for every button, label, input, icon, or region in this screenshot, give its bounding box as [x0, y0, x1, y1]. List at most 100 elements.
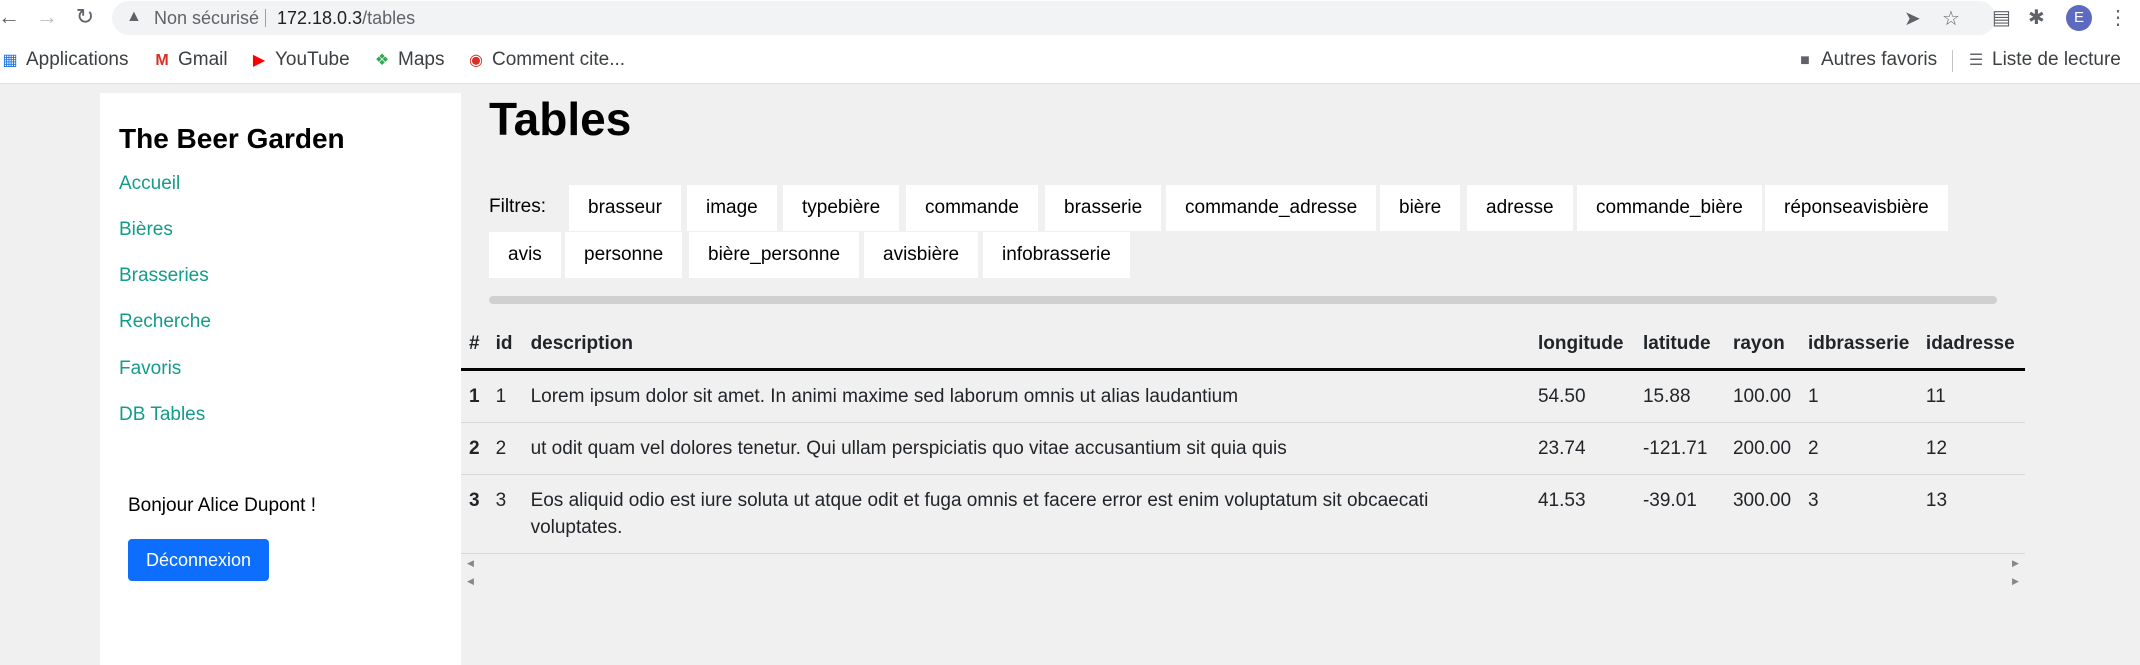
column-header-longitude: longitude	[1529, 321, 1635, 371]
bookmark-applications[interactable]: ▦ Applications	[0, 49, 128, 71]
filter-chip-personne[interactable]: personne	[565, 232, 683, 278]
url-host: 172.18.0.3	[277, 8, 363, 28]
column-header-rayon: rayon	[1724, 321, 1800, 371]
table-cell-rownum: 2	[461, 422, 488, 475]
reload-icon[interactable]: ↻	[72, 4, 98, 30]
menu-dots-icon[interactable]: ⋮	[2108, 5, 2128, 30]
folder-icon: ■	[1800, 52, 1810, 69]
bookmark-youtube[interactable]: ▶ YouTube	[249, 49, 350, 71]
warning-icon: ▲	[126, 8, 142, 25]
filter-chip-avisbiere[interactable]: avisbière	[864, 232, 979, 278]
address-bar[interactable]: ▲ Non sécurisé 172.18.0.3/tables ➤ ☆	[112, 1, 1996, 35]
data-table: # id description longitude latitude rayo…	[461, 321, 2025, 554]
scroll-right-arrow-icon[interactable]: ▶	[2012, 576, 2019, 587]
bookmark-label: Gmail	[178, 49, 228, 70]
filter-chip-adresse[interactable]: adresse	[1467, 185, 1573, 231]
scroll-right-arrow-icon[interactable]: ▶	[2012, 558, 2019, 569]
table-cell-rayon: 200.00	[1724, 422, 1800, 475]
table-cell-latitude: 15.88	[1634, 369, 1725, 423]
column-header-id: id	[487, 321, 523, 371]
table-cell-latitude: -121.71	[1634, 422, 1725, 475]
table-cell-rownum: 3	[461, 474, 488, 554]
bookmark-label: Applications	[26, 49, 129, 70]
back-arrow-icon[interactable]: ←	[0, 4, 22, 30]
table-cell-id: 3	[487, 474, 523, 554]
filter-chip-commande-adresse[interactable]: commande_adresse	[1166, 185, 1377, 231]
apps-grid-icon: ▦	[2, 52, 18, 69]
filter-chip-biere[interactable]: bière	[1380, 185, 1461, 231]
table-header-row: # id description longitude latitude rayo…	[461, 321, 2025, 371]
browser-toolbar: ← → ↻ ▲ Non sécurisé 172.18.0.3/tables ➤…	[0, 0, 2140, 36]
scroll-left-arrow-icon[interactable]: ◀	[467, 576, 474, 587]
page-icon[interactable]: ▤	[1992, 5, 2011, 30]
column-header-idadresse: idadresse	[1917, 321, 2025, 371]
user-greeting: Bonjour Alice Dupont !	[128, 495, 317, 516]
table-cell-rownum: 1	[461, 369, 488, 423]
table-cell-description: ut odit quam vel dolores tenetur. Qui ul…	[522, 422, 1530, 475]
table-cell-idadresse: 11	[1917, 369, 2025, 423]
filter-chip-typebiere[interactable]: typebière	[783, 185, 900, 231]
table-cell-latitude: -39.01	[1634, 474, 1725, 554]
filter-chip-biere-personne[interactable]: bière_personne	[689, 232, 860, 278]
nav-link-db-tables[interactable]: DB Tables	[119, 404, 205, 426]
nav-link-bieres[interactable]: Bières	[119, 219, 173, 241]
security-label: Non sécurisé	[154, 8, 260, 28]
table-cell-description: Lorem ipsum dolor sit amet. In animi max…	[522, 369, 1530, 423]
bookmark-other-favorites[interactable]: ■ Autres favoris	[1795, 49, 1937, 71]
table-cell-rayon: 300.00	[1724, 474, 1800, 554]
filter-chip-commande[interactable]: commande	[906, 185, 1038, 231]
table-cell-idadresse: 12	[1917, 422, 2025, 475]
bookmark-label: Comment cite...	[492, 49, 626, 70]
forward-arrow-icon[interactable]: →	[34, 4, 60, 30]
nav-link-brasseries[interactable]: Brasseries	[119, 265, 209, 287]
table-cell-idbrasserie: 2	[1799, 422, 1918, 475]
logout-button[interactable]: Déconnexion	[128, 539, 269, 581]
url-path: /tables	[362, 8, 416, 28]
send-icon[interactable]: ➤	[1904, 6, 1921, 31]
table-cell-rayon: 100.00	[1724, 369, 1800, 423]
table-cell-description: Eos aliquid odio est iure soluta ut atqu…	[522, 474, 1530, 554]
page-title: Tables	[489, 93, 632, 145]
url-text[interactable]: 172.18.0.3/tables	[277, 8, 415, 29]
table-cell-longitude: 41.53	[1529, 474, 1635, 554]
reading-list-icon: ☰	[1968, 52, 1984, 69]
omnibox-separator	[265, 9, 266, 27]
horizontal-scrollbar-top[interactable]	[489, 296, 1997, 304]
bookmark-label: Liste de lecture	[1992, 49, 2121, 70]
scroll-left-arrow-icon[interactable]: ◀	[467, 558, 474, 569]
filter-chip-brasseur[interactable]: brasseur	[569, 185, 681, 231]
table-cell-idbrasserie: 3	[1799, 474, 1918, 554]
nav-link-accueil[interactable]: Accueil	[119, 173, 180, 195]
profile-avatar[interactable]: E	[2066, 5, 2092, 31]
filter-chip-commande-biere[interactable]: commande_bière	[1577, 185, 1762, 231]
bookmark-label: Autres favoris	[1821, 49, 1938, 70]
brand-title: The Beer Garden	[119, 123, 345, 154]
star-icon[interactable]: ☆	[1942, 6, 1960, 31]
nav-link-recherche[interactable]: Recherche	[119, 311, 211, 333]
table-cell-id: 1	[487, 369, 523, 423]
table-cell-longitude: 54.50	[1529, 369, 1635, 423]
filter-chip-brasserie[interactable]: brasserie	[1045, 185, 1162, 231]
filter-chip-reponseavisbiere[interactable]: réponseavisbière	[1765, 185, 1948, 231]
column-header-latitude: latitude	[1634, 321, 1725, 371]
filters-label: Filtres:	[489, 196, 546, 217]
extensions-icon[interactable]: ✱	[2028, 5, 2045, 30]
bookmarks-separator	[1952, 50, 1953, 72]
maps-icon: ❖	[374, 52, 390, 69]
bookmarks-bar: ▦ Applications M Gmail ▶ YouTube ❖ Maps ◉ Com…	[0, 36, 2140, 84]
filter-chip-infobrasserie[interactable]: infobrasserie	[983, 232, 1130, 278]
reading-list[interactable]: ☰ Liste de lecture	[1966, 49, 2121, 71]
table-cell-id: 2	[487, 422, 523, 475]
bookmark-label: Maps	[398, 49, 445, 70]
nav-link-favoris[interactable]: Favoris	[119, 358, 181, 380]
bookmark-comment-cite[interactable]: ◉ Comment cite...	[466, 49, 625, 71]
bookmark-maps[interactable]: ❖ Maps	[372, 49, 445, 71]
bookmark-label: YouTube	[275, 49, 350, 70]
table-cell-idadresse: 13	[1917, 474, 2025, 554]
filter-chip-avis[interactable]: avis	[489, 232, 561, 278]
column-header-number: #	[461, 321, 488, 371]
bookmark-gmail[interactable]: M Gmail	[152, 49, 228, 71]
sidebar: The Beer Garden Accueil Bières Brasserie…	[100, 93, 461, 665]
filter-chip-image[interactable]: image	[687, 185, 777, 231]
table-row: 3 3 Eos aliquid odio est iure soluta ut …	[461, 474, 2025, 554]
